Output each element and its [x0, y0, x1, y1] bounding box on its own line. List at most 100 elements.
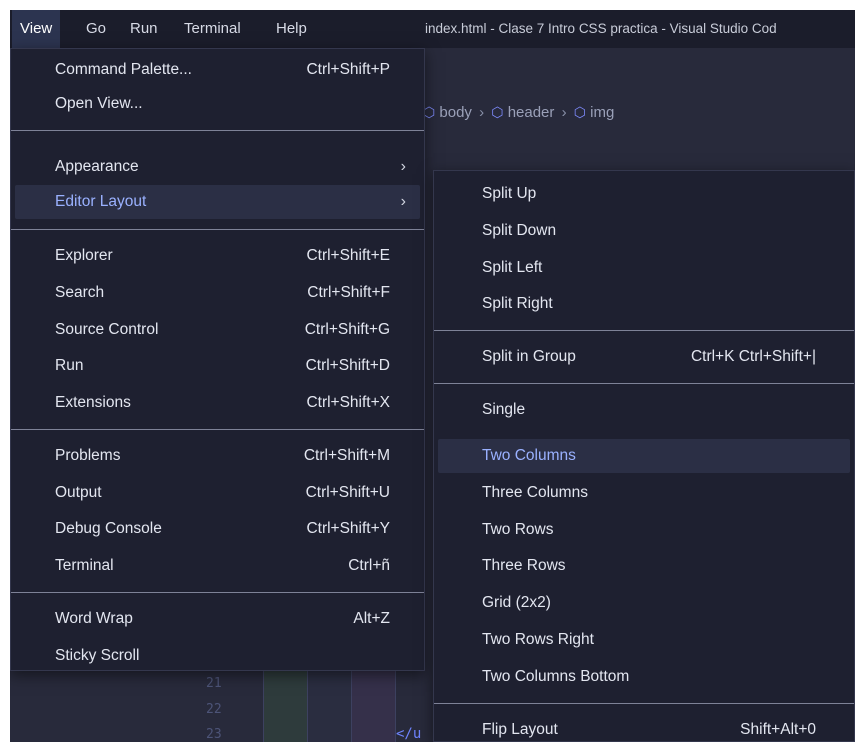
menu-item-shortcut: Ctrl+K Ctrl+Shift+| — [690, 348, 816, 365]
breadcrumb-header[interactable]: header — [508, 104, 555, 121]
menu-item-two-rows-right[interactable]: Two Rows Right — [438, 623, 850, 657]
menu-item-shortcut: Ctrl+Shift+F — [307, 284, 390, 301]
menu-item-label: Output — [55, 484, 102, 501]
menu-separator — [11, 130, 424, 131]
chevron-right-icon: › — [400, 193, 406, 210]
menu-item-terminal[interactable]: Terminal Ctrl+ñ — [15, 549, 420, 583]
vscode-window: View Go Run Terminal Help index.html - C… — [10, 10, 855, 742]
menu-item-output[interactable]: Output Ctrl+Shift+U — [15, 476, 420, 510]
menu-item-grid-2x2[interactable]: Grid (2x2) — [438, 586, 850, 620]
menu-terminal[interactable]: Terminal — [176, 10, 249, 48]
view-menu: Command Palette... Ctrl+Shift+P Open Vie… — [10, 48, 425, 671]
chevron-right-icon: › — [479, 104, 485, 121]
menu-item-shortcut: Alt+Z — [353, 610, 390, 627]
line-number: 23 — [206, 727, 222, 742]
breadcrumb-body[interactable]: body — [439, 104, 472, 121]
line-number: 22 — [206, 702, 222, 717]
menu-item-shortcut: Ctrl+Shift+U — [305, 484, 390, 501]
menu-item-label: Split Up — [482, 185, 537, 202]
menu-item-split-up[interactable]: Split Up — [438, 177, 850, 211]
menu-item-shortcut: Ctrl+Shift+D — [305, 357, 390, 374]
menu-item-label: Terminal — [55, 557, 114, 574]
line-number: 21 — [206, 676, 222, 691]
menu-help[interactable]: Help — [268, 10, 315, 48]
menu-item-label: Three Rows — [482, 557, 566, 574]
menu-item-shortcut: Ctrl+ñ — [348, 557, 390, 574]
menu-item-three-rows[interactable]: Three Rows — [438, 549, 850, 583]
menu-item-label: Sticky Scroll — [55, 647, 140, 664]
menu-item-split-down[interactable]: Split Down — [438, 214, 850, 248]
menu-item-label: Run — [55, 357, 84, 374]
menu-item-label: Debug Console — [55, 520, 162, 537]
menu-item-run[interactable]: Run Ctrl+Shift+D — [15, 349, 420, 383]
menu-item-label: Flip Layout — [482, 721, 558, 738]
menu-item-label: Split Right — [482, 295, 553, 312]
menu-item-two-columns-bottom[interactable]: Two Columns Bottom — [438, 660, 850, 694]
menu-item-label: Open View... — [55, 95, 143, 112]
menu-separator — [434, 383, 854, 384]
menu-item-label: Two Rows Right — [482, 631, 594, 648]
menu-item-label: Two Rows — [482, 521, 554, 538]
menu-item-label: Source Control — [55, 321, 159, 338]
menu-item-label: Split Down — [482, 222, 557, 239]
menu-item-sticky-scroll[interactable]: Sticky Scroll — [15, 639, 420, 673]
menu-item-debug-console[interactable]: Debug Console Ctrl+Shift+Y — [15, 512, 420, 546]
menu-item-label: Command Palette... — [55, 61, 192, 78]
menu-item-split-right[interactable]: Split Right — [438, 287, 850, 321]
chevron-right-icon: › — [561, 104, 567, 121]
menu-item-two-rows[interactable]: Two Rows — [438, 513, 850, 547]
menu-item-label: Appearance — [55, 158, 139, 175]
menu-item-appearance[interactable]: Appearance › — [15, 150, 420, 184]
menu-go[interactable]: Go — [78, 10, 114, 48]
menu-item-label: Problems — [55, 447, 121, 464]
editor-layout-submenu: Split Up Split Down Split Left Split Rig… — [433, 170, 855, 742]
menu-run[interactable]: Run — [122, 10, 166, 48]
menu-item-label: Split in Group — [482, 348, 576, 365]
menu-item-label: Grid (2x2) — [482, 594, 551, 611]
menu-item-label: Editor Layout — [55, 193, 147, 210]
symbol-cube-icon: ⬡ — [573, 104, 586, 120]
symbol-cube-icon: ⬡ — [491, 104, 504, 120]
menu-item-explorer[interactable]: Explorer Ctrl+Shift+E — [15, 239, 420, 273]
menu-item-label: Two Columns Bottom — [482, 668, 630, 685]
menu-item-shortcut: Ctrl+Shift+Y — [306, 520, 390, 537]
menu-item-open-view[interactable]: Open View... — [15, 87, 420, 121]
menu-item-source-control[interactable]: Source Control Ctrl+Shift+G — [15, 313, 420, 347]
breadcrumb-img[interactable]: img — [590, 104, 614, 121]
breadcrumb: ⬡ body › ⬡ header › ⬡ img — [423, 104, 614, 121]
menu-view[interactable]: View — [12, 10, 61, 48]
menu-item-label: Search — [55, 284, 105, 301]
menu-separator — [11, 229, 424, 230]
menu-separator — [11, 429, 424, 430]
menu-item-label: Three Columns — [482, 484, 588, 501]
menu-item-split-in-group[interactable]: Split in Group Ctrl+K Ctrl+Shift+| — [438, 340, 850, 374]
menu-item-shortcut: Ctrl+Shift+P — [306, 61, 390, 78]
menu-item-two-columns[interactable]: Two Columns — [438, 439, 850, 473]
menu-separator — [434, 703, 854, 704]
code-fragment: </u — [396, 726, 422, 742]
menu-item-shortcut: Ctrl+Shift+E — [306, 247, 390, 264]
menu-item-single[interactable]: Single — [438, 393, 850, 427]
menu-item-editor-layout[interactable]: Editor Layout › — [15, 185, 420, 219]
menu-separator — [11, 592, 424, 593]
menu-item-three-columns[interactable]: Three Columns — [438, 476, 850, 510]
menu-item-problems[interactable]: Problems Ctrl+Shift+M — [15, 439, 420, 473]
menu-item-label: Explorer — [55, 247, 113, 264]
menu-item-label: Extensions — [55, 394, 131, 411]
menu-separator — [434, 330, 854, 331]
menu-item-shortcut: Ctrl+Shift+X — [306, 394, 390, 411]
menu-item-label: Two Columns — [482, 447, 576, 464]
menu-item-label: Split Left — [482, 259, 543, 276]
menu-item-shortcut: Ctrl+Shift+G — [304, 321, 390, 338]
menu-item-flip-layout[interactable]: Flip Layout Shift+Alt+0 — [438, 713, 850, 742]
menu-item-label: Word Wrap — [55, 610, 133, 627]
window-title: index.html - Clase 7 Intro CSS practica … — [425, 21, 777, 36]
menu-item-word-wrap[interactable]: Word Wrap Alt+Z — [15, 602, 420, 636]
menu-item-label: Single — [482, 401, 526, 418]
menu-item-shortcut: Shift+Alt+0 — [740, 721, 816, 738]
menu-item-search[interactable]: Search Ctrl+Shift+F — [15, 276, 420, 310]
menu-item-split-left[interactable]: Split Left — [438, 251, 850, 285]
menu-item-extensions[interactable]: Extensions Ctrl+Shift+X — [15, 386, 420, 420]
menu-item-command-palette[interactable]: Command Palette... Ctrl+Shift+P — [15, 53, 420, 87]
chevron-right-icon: › — [400, 158, 406, 175]
